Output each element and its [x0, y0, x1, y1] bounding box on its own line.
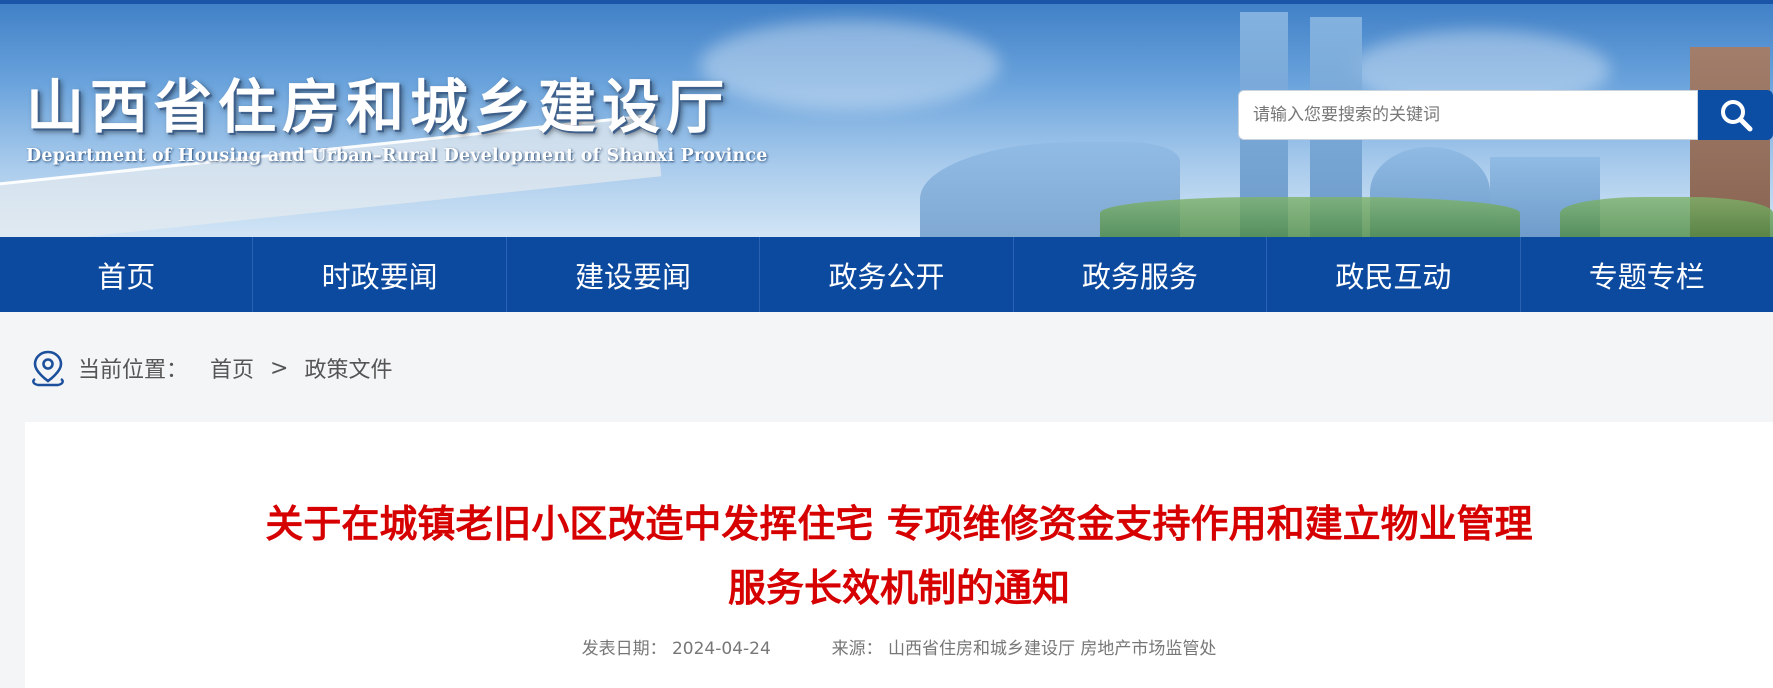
banner-cloud	[700, 20, 1000, 110]
header-banner: 山西省住房和城乡建设厅 Department of Housing and Ur…	[0, 0, 1773, 237]
date-label: 发表日期：	[581, 639, 667, 659]
article-container: 关于在城镇老旧小区改造中发挥住宅 专项维修资金支持作用和建立物业管理 服务长效机…	[25, 422, 1773, 688]
article-title-line1: 关于在城镇老旧小区改造中发挥住宅 专项维修资金支持作用和建立物业管理	[265, 502, 1533, 546]
article-meta: 发表日期： 2024-04-24 来源： 山西省住房和城乡建设厅 房地产市场监管…	[25, 634, 1773, 659]
location-pin-icon	[32, 350, 64, 387]
article-title: 关于在城镇老旧小区改造中发挥住宅 专项维修资金支持作用和建立物业管理 服务长效机…	[25, 492, 1773, 620]
breadcrumb-label: 当前位置：	[78, 358, 189, 383]
breadcrumb-separator: >	[270, 355, 289, 381]
banner-trees	[1100, 197, 1520, 237]
nav-item-government-services[interactable]: 政务服务	[1014, 237, 1268, 312]
main-nav: 首页 时政要闻 建设要闻 政务公开 政务服务 政民互动 专题专栏	[0, 237, 1773, 312]
nav-item-home[interactable]: 首页	[0, 237, 254, 312]
search-input[interactable]	[1238, 90, 1698, 140]
nav-item-current-affairs[interactable]: 时政要闻	[253, 237, 507, 312]
search-icon	[1720, 100, 1752, 132]
site-subtitle: Department of Housing and Urban–Rural De…	[26, 146, 768, 166]
breadcrumb-home-link[interactable]: 首页	[210, 352, 254, 384]
banner-trees	[1560, 197, 1773, 237]
site-title: 山西省住房和城乡建设厅	[26, 73, 731, 141]
top-accent-line	[0, 0, 1773, 4]
breadcrumb: 当前位置： 首页 > 政策文件	[30, 348, 392, 388]
search-box	[1238, 90, 1773, 140]
article-source: 山西省住房和城乡建设厅 房地产市场监管处	[888, 639, 1217, 659]
nav-item-government-disclosure[interactable]: 政务公开	[760, 237, 1014, 312]
source-label: 来源：	[831, 639, 883, 659]
nav-item-public-interaction[interactable]: 政民互动	[1267, 237, 1521, 312]
nav-item-construction-news[interactable]: 建设要闻	[507, 237, 761, 312]
publish-date: 2024-04-24	[671, 639, 771, 659]
nav-item-special-topics[interactable]: 专题专栏	[1521, 237, 1773, 312]
breadcrumb-current-link[interactable]: 政策文件	[304, 352, 392, 384]
article-title-line2: 服务长效机制的通知	[727, 566, 1070, 610]
search-button[interactable]	[1698, 90, 1773, 140]
